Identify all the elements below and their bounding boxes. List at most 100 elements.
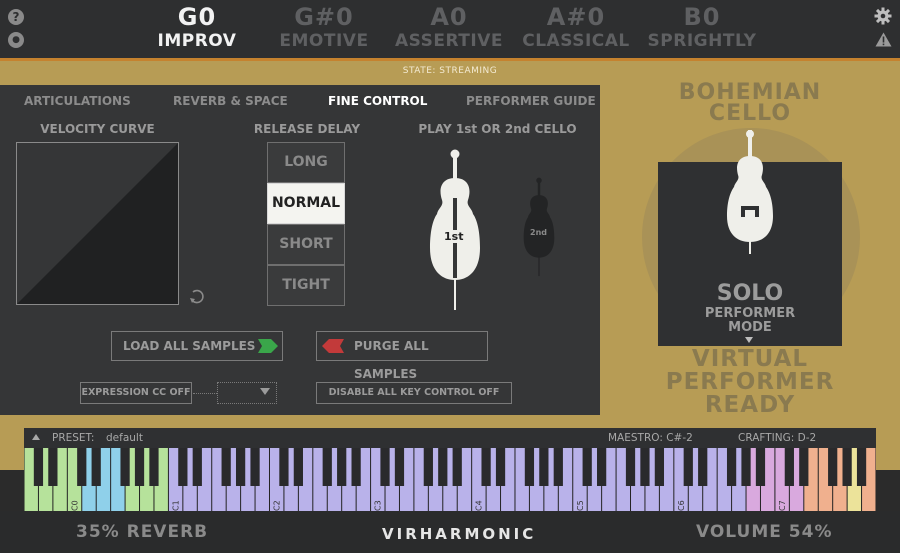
keyswitch-note: A#0 — [546, 3, 606, 31]
velocity-curve-graph — [17, 143, 178, 304]
keyswitch-style: IMPROV — [157, 31, 237, 51]
gear-icon[interactable] — [874, 7, 892, 25]
chevron-down-icon — [260, 388, 270, 395]
octave-label: C2 — [272, 500, 281, 511]
black-key[interactable] — [495, 448, 506, 486]
black-key[interactable] — [553, 448, 563, 486]
black-key[interactable] — [842, 448, 852, 486]
black-key[interactable] — [380, 448, 390, 486]
black-key[interactable] — [698, 448, 708, 486]
reset-curve-icon[interactable] — [188, 288, 206, 306]
black-key[interactable] — [322, 448, 332, 486]
volume-level[interactable]: VOLUME 54% — [696, 522, 832, 542]
black-key[interactable] — [293, 448, 303, 486]
expression-cc-toggle[interactable]: EXPRESSION CC OFF — [80, 382, 192, 404]
black-key[interactable] — [524, 448, 535, 486]
keyswitch-style: EMOTIVE — [279, 31, 369, 51]
black-key[interactable] — [683, 448, 693, 486]
performer-mode-panel[interactable]: SOLO PERFORMER MODE — [658, 130, 842, 346]
black-key[interactable] — [539, 448, 549, 486]
keyswitch-tab-b0[interactable]: B0 SPRIGHTLY — [632, 3, 772, 52]
instrument-name: BOHEMIAN CELLO — [650, 80, 850, 125]
crafting-indicator: CRAFTING: D-2 — [738, 432, 817, 444]
instrument-name-line1: BOHEMIAN — [678, 80, 822, 105]
tab-articulations[interactable]: ARTICULATIONS — [24, 94, 131, 108]
first-cello-button[interactable]: 1st — [424, 148, 486, 312]
keyswitch-tab-a0[interactable]: A0 ASSERTIVE — [379, 3, 519, 52]
black-key[interactable] — [582, 448, 592, 486]
black-key[interactable] — [48, 448, 58, 486]
purge-samples-label: PURGE ALL SAMPLES — [354, 339, 429, 381]
expression-cc-dropdown[interactable] — [217, 382, 277, 404]
tab-performer-guide[interactable]: PERFORMER GUIDE — [466, 94, 596, 108]
black-key[interactable] — [625, 448, 636, 486]
black-key[interactable] — [741, 448, 751, 486]
release-option-short[interactable]: SHORT — [267, 224, 345, 265]
black-key[interactable] — [640, 448, 650, 486]
keyswitch-note: G0 — [177, 3, 217, 31]
reverb-level[interactable]: 35% REVERB — [76, 522, 208, 542]
black-key[interactable] — [221, 448, 231, 486]
black-key[interactable] — [91, 448, 101, 486]
black-key[interactable] — [726, 448, 737, 486]
black-key[interactable] — [438, 448, 448, 486]
load-all-samples-button[interactable]: LOAD ALL SAMPLES — [111, 331, 283, 361]
warning-icon[interactable] — [875, 32, 892, 47]
palette-icon[interactable]: ● — [8, 32, 24, 48]
disable-key-control-toggle[interactable]: DISABLE ALL KEY CONTROL OFF — [316, 382, 512, 404]
black-key[interactable] — [192, 448, 202, 486]
black-key[interactable] — [120, 448, 130, 486]
black-key[interactable] — [279, 448, 289, 486]
purge-all-samples-button[interactable]: PURGE ALL SAMPLES — [316, 331, 488, 381]
octave-label: C3 — [374, 500, 383, 511]
release-option-long[interactable]: LONG — [267, 142, 345, 183]
black-key[interactable] — [481, 448, 491, 486]
tab-fine-control[interactable]: FINE CONTROL — [328, 94, 427, 108]
black-key[interactable] — [250, 448, 260, 486]
preset-value[interactable]: default — [106, 432, 143, 444]
keyswitch-note: A0 — [430, 3, 468, 31]
keyboard-header: PRESET: default MAESTRO: C#-2 CRAFTING: … — [24, 428, 876, 448]
black-key[interactable] — [77, 448, 87, 486]
black-key[interactable] — [799, 448, 809, 486]
black-key[interactable] — [178, 448, 188, 486]
black-key[interactable] — [394, 448, 405, 486]
black-key[interactable] — [351, 448, 361, 486]
release-option-tight[interactable]: TIGHT — [267, 265, 345, 306]
black-key[interactable] — [755, 448, 766, 486]
release-delay-label: RELEASE DELAY — [253, 122, 361, 136]
keyswitch-tab-gsharp0[interactable]: G#0 EMOTIVE — [254, 3, 394, 52]
black-key[interactable] — [149, 448, 159, 486]
black-key[interactable] — [828, 448, 838, 486]
state-indicator: STATE: STREAMING — [402, 66, 498, 76]
octave-label: C7 — [778, 500, 787, 511]
second-cello-button[interactable]: 2nd — [520, 176, 558, 278]
velocity-curve-editor[interactable] — [16, 142, 179, 305]
black-key[interactable] — [654, 448, 665, 486]
performer-mode-label-2: MODE — [728, 320, 772, 335]
black-key[interactable] — [337, 448, 347, 486]
tab-reverb-space[interactable]: REVERB & SPACE — [173, 94, 288, 108]
help-icon[interactable]: ? — [8, 9, 24, 25]
black-key[interactable] — [452, 448, 462, 486]
black-key[interactable] — [134, 448, 145, 486]
keyswitch-tab-asharp0[interactable]: A#0 CLASSICAL — [506, 3, 646, 52]
black-key[interactable] — [784, 448, 794, 486]
connector-line — [193, 393, 217, 394]
load-samples-label: LOAD ALL SAMPLES — [123, 339, 256, 353]
black-key[interactable] — [423, 448, 433, 486]
black-key[interactable] — [856, 448, 867, 486]
black-key[interactable] — [33, 448, 44, 486]
preset-collapse-icon[interactable] — [32, 434, 40, 440]
keyswitch-tab-g0[interactable]: G0 IMPROV — [127, 3, 267, 52]
purge-arrow-icon — [322, 339, 344, 353]
black-key[interactable] — [235, 448, 246, 486]
release-option-normal[interactable]: NORMAL — [267, 183, 345, 224]
octave-label: C5 — [576, 500, 585, 511]
status-line-1: VIRTUAL — [691, 346, 809, 372]
black-key[interactable] — [597, 448, 607, 486]
piano-keyboard[interactable]: C0 C1 C2 C3 C4 C5 C6 C7 — [24, 448, 876, 511]
keyswitch-note: B0 — [683, 3, 721, 31]
keyswitch-note: G#0 — [294, 3, 354, 31]
performer-status: VIRTUAL PERFORMER READY — [640, 348, 860, 417]
